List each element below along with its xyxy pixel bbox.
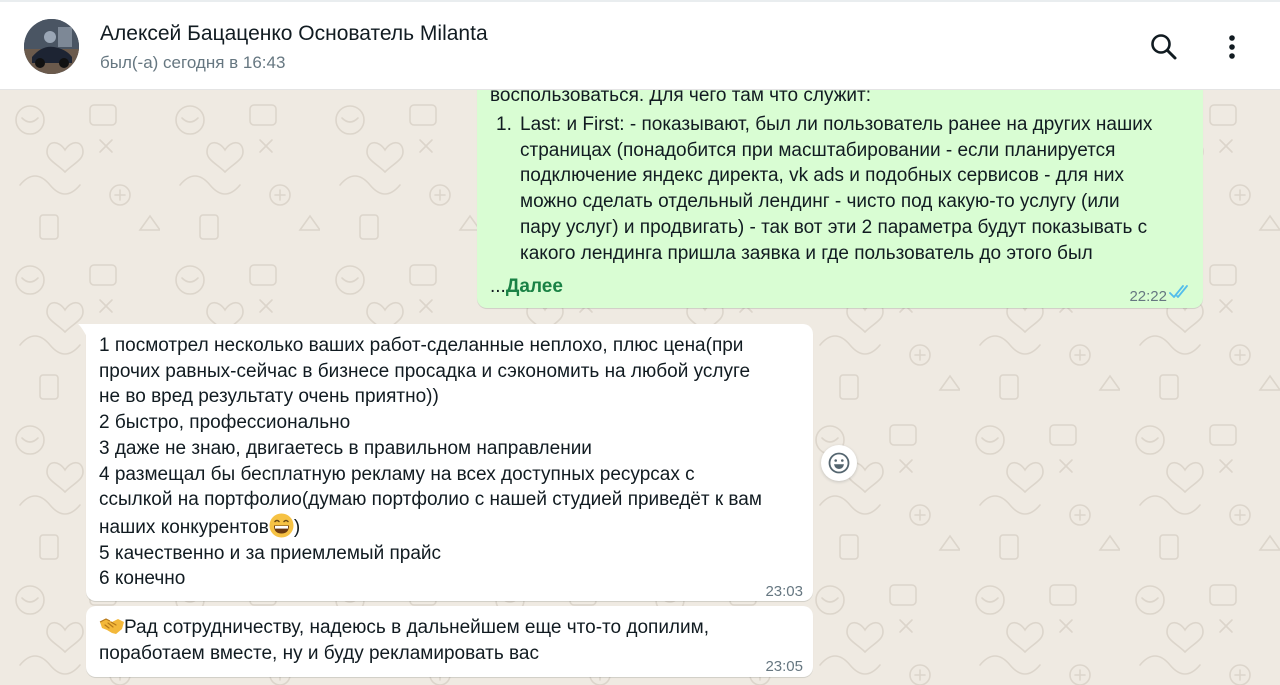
message-time: 23:05 — [765, 658, 803, 675]
message-text-line: 4 размещал бы бесплатную рекламу на всех… — [99, 463, 695, 485]
reaction-button[interactable] — [821, 445, 857, 481]
message-text-line: страницах (понадобится при масштабирован… — [520, 139, 1116, 161]
message-text-line: поработаем вместе, ну и буду рекламирова… — [99, 642, 539, 664]
message-text-line: 6 конечно — [99, 568, 186, 590]
more-vertical-icon — [1229, 35, 1235, 59]
menu-button[interactable] — [1215, 30, 1249, 64]
message-text-line: ссылкой на портфолио(думаю портфолио с н… — [99, 489, 762, 511]
message-text-line-with-emoji: наших конкурентов ) — [99, 513, 762, 541]
message-text-line: Last: и First: - показывают, был ли поль… — [520, 114, 1153, 135]
incoming-message[interactable]: Рад сотрудничеству, надеюсь в дальнейшем… — [86, 606, 813, 677]
contact-name[interactable]: Алексей Бацаценко Основатель Milanta — [100, 22, 488, 46]
avatar[interactable] — [24, 19, 79, 74]
read-more-link[interactable]: ...Далее — [490, 274, 563, 300]
bubble-tail — [78, 324, 87, 337]
message-text-line: 2 быстро, профессионально — [99, 412, 351, 434]
message-text: Рад сотрудничеству, надеюсь в дальнейшем… — [124, 617, 709, 638]
message-text-line: какого лендинга пришла заявка и где поль… — [520, 242, 1093, 264]
grinning-face-emoji — [269, 513, 294, 538]
list-number: 1. — [496, 114, 512, 135]
smiley-reaction-icon — [828, 452, 850, 474]
chat-header: Алексей Бацаценко Основатель Milanta был… — [0, 0, 1280, 90]
message-text-line: можно сделать отдельный лендинг - чисто … — [520, 191, 1120, 213]
outgoing-message[interactable]: воспользоваться. Для чего там что служит… — [477, 78, 1203, 308]
message-text-line: прочих равных-сейчас в бизнесе просадка … — [99, 360, 751, 382]
message-text: ) — [293, 516, 301, 538]
message-text-line: 5 качественно и за приемлемый прайс — [99, 542, 442, 564]
message-text-line: подключение яндекс директа, vk ads и под… — [520, 165, 1125, 187]
read-more-ellipsis: ... — [490, 276, 506, 297]
message-text-line: 3 даже не знаю, двигаетесь в правильном … — [99, 437, 592, 459]
search-button[interactable] — [1147, 30, 1181, 64]
message-text-line: 1 посмотрел несколько ваших работ-сделан… — [99, 335, 744, 356]
message-text-line: не во вред результату очень приятно)) — [99, 386, 439, 408]
message-text-line: пару услуг) и продвигать) - так вот эти … — [520, 216, 1148, 238]
message-text: наших конкурентов — [99, 516, 269, 538]
read-more-label: Далее — [505, 276, 563, 297]
message-text-line-with-emoji: Рад сотрудничеству, надеюсь в дальнейшем… — [99, 613, 709, 641]
last-seen-status: был(-а) сегодня в 16:43 — [100, 53, 286, 72]
message-time: 22:22 — [1129, 288, 1167, 305]
double-check-read-icon — [1169, 285, 1188, 298]
incoming-message[interactable]: 1 посмотрел несколько ваших работ-сделан… — [78, 324, 813, 601]
handshake-emoji — [99, 618, 124, 634]
message-list: 1. Last: и First: - показывают, был ли п… — [490, 112, 1190, 266]
message-time: 23:03 — [765, 583, 803, 600]
search-icon — [1151, 34, 1177, 60]
list-item: 1. Last: и First: - показывают, был ли п… — [490, 112, 1190, 266]
